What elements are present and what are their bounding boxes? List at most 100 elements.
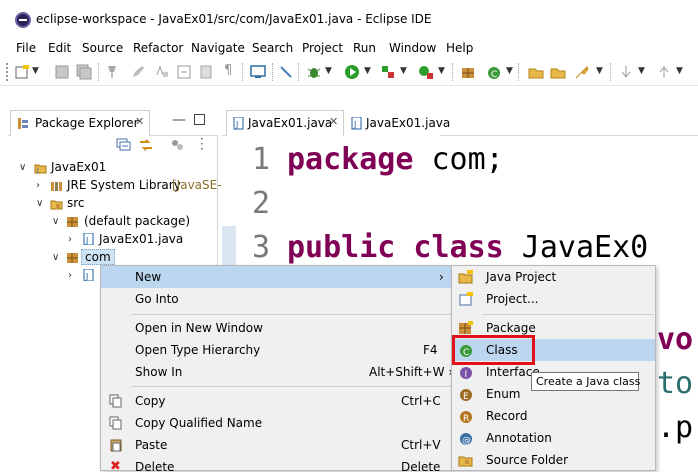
code-text: com;: [413, 142, 504, 177]
tree-item-child[interactable]: › J: [0, 267, 100, 285]
chevron-down-icon[interactable]: ∨: [52, 252, 59, 263]
chevron-down-icon[interactable]: ∨: [36, 198, 43, 209]
close-icon[interactable]: ✕: [329, 115, 338, 128]
chevron-down-icon[interactable]: ▼: [506, 66, 513, 76]
collapse-all-icon[interactable]: [116, 138, 132, 152]
new-java-package-icon[interactable]: [460, 64, 476, 80]
close-icon[interactable]: ✕: [135, 115, 144, 128]
menu-refactor[interactable]: Refactor: [133, 41, 183, 55]
menu-search[interactable]: Search: [252, 41, 293, 55]
menu-navigate[interactable]: Navigate: [191, 41, 245, 55]
chevron-down-icon[interactable]: ▼: [438, 66, 445, 76]
code-peek: .pr: [657, 410, 698, 445]
source-folder-icon: [458, 456, 473, 467]
editor-tab[interactable]: J JavaEx01.java: [344, 110, 450, 136]
menu-window[interactable]: Window: [389, 41, 436, 55]
chevron-right-icon[interactable]: ›: [36, 180, 40, 191]
tree-item-jre[interactable]: › JRE System Library [JavaSE-: [0, 177, 222, 195]
menu-item-new[interactable]: New ›: [101, 266, 451, 288]
menu-item-go-into[interactable]: Go Into: [101, 288, 451, 310]
run-icon[interactable]: [344, 64, 360, 80]
menu-item-copy[interactable]: Copy Ctrl+C: [101, 390, 451, 412]
window-title: eclipse-workspace - JavaEx01/src/com/Jav…: [36, 12, 432, 26]
menu-edit[interactable]: Edit: [48, 41, 71, 55]
tree-item-project[interactable]: ∨ J JavaEx01: [0, 159, 218, 177]
chevron-down-icon[interactable]: ▼: [364, 66, 371, 76]
next-annotation-icon[interactable]: [618, 64, 634, 80]
annotation-highlight-box: [452, 335, 535, 365]
tab-package-explorer[interactable]: Package Explorer ✕: [10, 110, 150, 136]
chevron-down-icon[interactable]: ∨: [52, 216, 59, 227]
open-type-icon[interactable]: [528, 64, 544, 80]
chevron-down-icon[interactable]: ▼: [32, 66, 39, 76]
menu-item-copy-qualified-name[interactable]: Copy Qualified Name: [101, 412, 451, 434]
code-line: public class JavaEx0: [287, 230, 698, 265]
submenu-item-source-folder[interactable]: Source Folder: [452, 449, 655, 470]
link-with-editor-icon[interactable]: [138, 138, 154, 152]
chevron-down-icon[interactable]: ▼: [596, 66, 603, 76]
skip-breakpoints-icon[interactable]: [278, 64, 294, 80]
submenu-item-annotation[interactable]: @ Annotation: [452, 427, 655, 449]
minimize-icon[interactable]: —: [172, 112, 186, 128]
coverage-icon[interactable]: [380, 64, 396, 80]
new-java-class-icon[interactable]: C: [486, 64, 502, 80]
pencil-icon[interactable]: [130, 64, 146, 80]
block-select-icon[interactable]: [176, 64, 192, 80]
menu-item-label: Record: [486, 409, 528, 423]
view-menu-icon[interactable]: · · ·: [200, 133, 204, 155]
submenu-item-record[interactable]: R Record: [452, 405, 655, 427]
chevron-down-icon[interactable]: ▼: [325, 66, 332, 76]
menu-item-delete[interactable]: ✖ Delete Delete: [101, 456, 451, 472]
chevron-down-icon[interactable]: ▼: [400, 66, 407, 76]
search-tool-icon[interactable]: [574, 64, 590, 80]
chevron-down-icon[interactable]: ▼: [676, 66, 683, 76]
new-icon[interactable]: [14, 64, 30, 80]
svg-text:R: R: [463, 414, 469, 424]
package-explorer-tabbar: Package Explorer ✕ —: [8, 110, 218, 136]
tree-item-java-file[interactable]: › J JavaEx01.java: [0, 231, 218, 249]
save-all-icon[interactable]: [76, 64, 92, 80]
toggle-mark-icon[interactable]: [154, 64, 170, 80]
menu-file[interactable]: File: [16, 41, 36, 55]
submenu-item-project[interactable]: Project...: [452, 288, 655, 310]
chevron-right-icon[interactable]: ›: [68, 234, 72, 245]
external-tools-icon[interactable]: [418, 64, 434, 80]
toolbar-grip[interactable]: [6, 63, 9, 81]
debug-icon[interactable]: [306, 64, 322, 80]
chevron-down-icon[interactable]: ∨: [19, 162, 26, 173]
console-icon[interactable]: [250, 64, 266, 80]
submenu-item-java-project[interactable]: Java Project: [452, 266, 655, 288]
menu-project[interactable]: Project: [302, 41, 343, 55]
tab-label: Package Explorer: [35, 116, 139, 130]
editor-tab-active[interactable]: J JavaEx01.java ✕: [226, 110, 344, 136]
previous-annotation-icon[interactable]: [656, 64, 672, 80]
pin-icon[interactable]: [104, 64, 120, 80]
menu-item-label: Show In: [135, 365, 183, 379]
chevron-right-icon[interactable]: ›: [68, 270, 72, 281]
tree-label: JavaEx01: [51, 160, 107, 174]
tree-item-default-package[interactable]: ∨ (default package): [0, 213, 218, 231]
menu-run[interactable]: Run: [353, 41, 376, 55]
menu-item-open-new-window[interactable]: Open in New Window: [101, 317, 451, 339]
pilcrow-icon[interactable]: ¶: [224, 63, 240, 79]
menu-item-label: Copy Qualified Name: [135, 416, 263, 430]
filter-icon[interactable]: [170, 138, 184, 152]
whitespace-icon[interactable]: [198, 64, 214, 80]
menu-item-shortcut: Ctrl+C: [401, 394, 441, 408]
chevron-down-icon[interactable]: ▼: [638, 66, 645, 76]
menu-item-label: Copy: [135, 394, 166, 408]
maximize-icon[interactable]: [194, 114, 205, 125]
menu-source[interactable]: Source: [82, 41, 123, 55]
svg-text:J: J: [85, 272, 88, 281]
menu-item-show-in[interactable]: Show In Alt+Shift+W ›: [101, 361, 453, 383]
tree-item-src[interactable]: ∨ src: [0, 195, 218, 213]
save-icon[interactable]: [54, 64, 70, 80]
open-task-icon[interactable]: [550, 64, 566, 80]
svg-text:J: J: [85, 236, 88, 245]
menu-item-paste[interactable]: Paste Ctrl+V: [101, 434, 451, 456]
menu-item-open-type-hierarchy[interactable]: Open Type Hierarchy F4: [101, 339, 451, 361]
paste-icon: [110, 439, 122, 452]
package-icon: [459, 321, 473, 334]
menu-item-label: Paste: [135, 438, 168, 452]
menu-help[interactable]: Help: [446, 41, 473, 55]
